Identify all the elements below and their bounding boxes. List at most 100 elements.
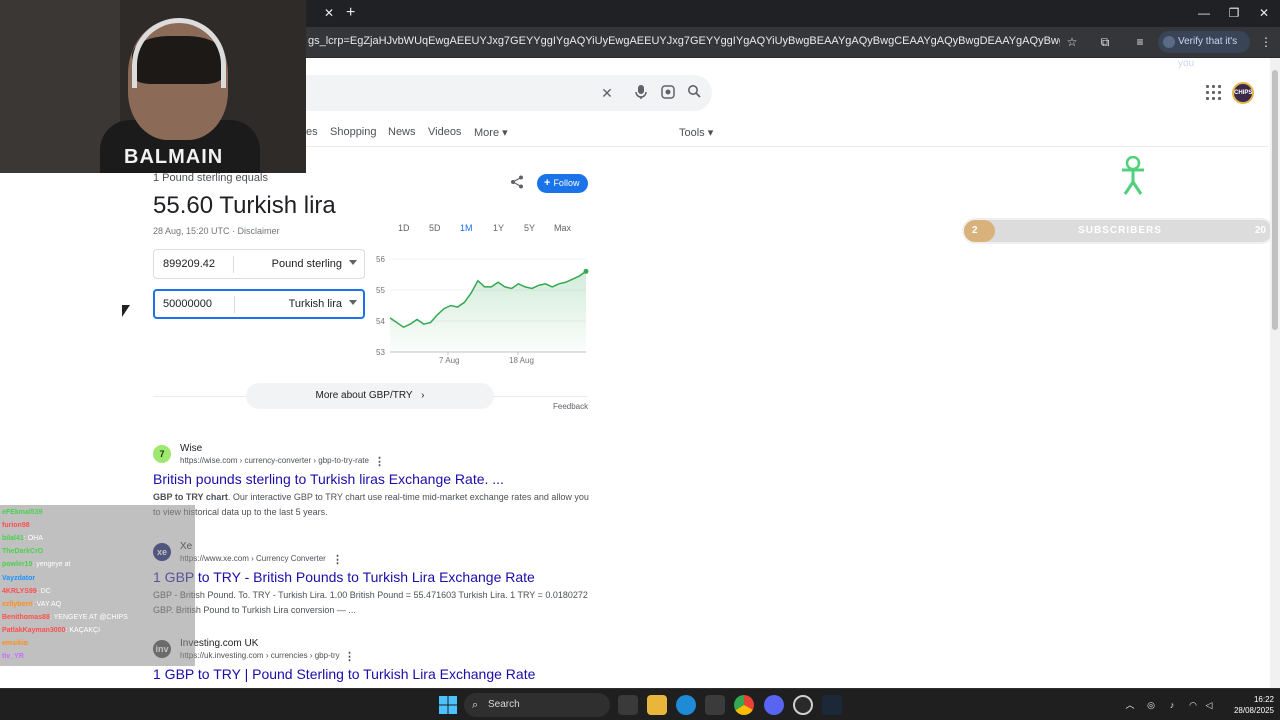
follow-button[interactable]: + Follow — [537, 174, 588, 193]
chat-text: VAY AQ — [36, 600, 62, 608]
exchange-rate-chart[interactable]: 56 55 54 53 7 Aug 18 Aug — [370, 250, 592, 370]
file-explorer-icon[interactable] — [647, 695, 667, 715]
from-currency-select[interactable]: Pound sterling — [272, 258, 342, 270]
chevron-down-icon[interactable] — [349, 300, 357, 305]
chat-message: emsikio — [2, 640, 28, 647]
apps-grid-icon[interactable] — [1206, 85, 1222, 101]
result-snippet-text: GBP - British Pound. To. TRY - Turkish L… — [153, 590, 588, 615]
more-about-button[interactable]: More about GBP/TRY › — [246, 383, 494, 409]
more-options-icon[interactable]: ⋮ — [344, 650, 355, 663]
volume-icon[interactable]: ◁ — [1203, 699, 1215, 711]
result-title-link[interactable]: British pounds sterling to Turkish liras… — [153, 471, 504, 487]
minimize-icon[interactable]: — — [1194, 4, 1214, 22]
search-input[interactable]: ✕ — [240, 75, 712, 111]
y-tick-label: 53 — [376, 348, 385, 357]
tab-more-label: More — [474, 127, 500, 139]
field-divider — [234, 296, 235, 313]
edge-icon[interactable] — [676, 695, 696, 715]
system-clock[interactable]: 16:22 28/08/2025 — [1222, 694, 1274, 716]
to-currency-field[interactable]: 50000000 Turkish lira — [153, 289, 365, 319]
verify-label: Verify that it's you — [1178, 36, 1238, 69]
restore-icon[interactable]: ❐ — [1224, 4, 1244, 22]
range-tab-1d[interactable]: 1D — [398, 223, 410, 233]
more-options-icon[interactable]: ⋮ — [374, 455, 385, 468]
store-icon[interactable] — [705, 695, 725, 715]
page-scrollbar[interactable] — [1270, 58, 1280, 688]
bookmark-star-icon[interactable]: ☆ — [1064, 34, 1080, 50]
range-tab-max[interactable]: Max — [554, 223, 571, 233]
range-tab-5d[interactable]: 5D — [429, 223, 441, 233]
clear-icon[interactable]: ✕ — [598, 84, 616, 102]
tab-shopping[interactable]: Shopping — [330, 126, 377, 138]
chevron-down-icon[interactable] — [349, 260, 357, 265]
tools-button[interactable]: Tools ▾ — [679, 126, 713, 139]
mic-icon[interactable] — [632, 84, 650, 102]
feedback-link[interactable]: Feedback — [553, 402, 588, 411]
address-bar[interactable]: gs_lcrp=EgZjaHJvbWUqEwgAEEUYJxg7GEYYggIY… — [308, 35, 1060, 51]
more-about-label: More about GBP/TRY — [315, 390, 413, 401]
tab-news[interactable]: News — [388, 126, 416, 138]
result-title-link[interactable]: 1 GBP to TRY | Pound Sterling to Turkish… — [153, 666, 535, 682]
tools-label: Tools — [679, 127, 705, 139]
more-options-icon[interactable]: ⋮ — [332, 553, 343, 566]
chat-message: furion98 — [2, 522, 30, 529]
task-view-icon[interactable] — [618, 695, 638, 715]
taskbar-search[interactable]: ⌕ Search — [464, 693, 610, 717]
chrome-icon[interactable] — [734, 695, 754, 715]
taskbar: ⌕ Search ︿ ◎ ♪ ◠ ◁ 16:22 28/08/2025 — [0, 688, 1280, 720]
search-icon: ⌕ — [472, 699, 479, 711]
windows-start-icon[interactable] — [438, 695, 458, 715]
microphone-icon[interactable]: ♪ — [1166, 699, 1178, 711]
lens-icon[interactable] — [659, 84, 677, 102]
media-icon[interactable]: ≡ — [1132, 34, 1148, 50]
extensions-icon[interactable]: ⧉ — [1097, 34, 1113, 50]
chat-username: bilal41 — [2, 535, 24, 543]
scroll-thumb[interactable] — [1272, 70, 1278, 330]
result-title-link[interactable]: 1 GBP to TRY - British Pounds to Turkish… — [153, 569, 535, 585]
result-url[interactable]: https://www.xe.com › Currency Converter — [180, 554, 326, 563]
steam-icon[interactable] — [822, 695, 842, 715]
avatar[interactable]: CHIPS — [1232, 82, 1254, 104]
new-tab-button[interactable]: + — [346, 4, 355, 22]
to-amount-input[interactable]: 50000000 — [163, 298, 212, 310]
result-snippet: GBP - British Pound. To. TRY - Turkish L… — [153, 588, 593, 618]
range-tab-1m[interactable]: 1M — [460, 223, 473, 233]
chat-username: ezllyberri — [2, 600, 33, 608]
taskbar-search-label: Search — [488, 699, 520, 710]
search-icon[interactable] — [685, 84, 703, 102]
range-tab-5y[interactable]: 5Y — [524, 223, 535, 233]
tab-more[interactable]: More ▾ — [474, 126, 508, 139]
to-currency-select[interactable]: Turkish lira — [289, 298, 342, 310]
tab-close-icon[interactable]: ✕ — [322, 6, 336, 20]
menu-icon[interactable]: ⋮ — [1258, 34, 1274, 50]
result-url[interactable]: https://wise.com › currency-converter › … — [180, 456, 369, 465]
window-close-icon[interactable]: ✕ — [1254, 4, 1274, 22]
result-site-name[interactable]: Wise — [180, 443, 202, 454]
chat-text: OHA — [27, 535, 43, 543]
tab-videos[interactable]: Videos — [428, 126, 461, 138]
conversion-result: 55.60 Turkish lira — [153, 192, 336, 219]
chat-username: eFEkmal539 — [2, 509, 43, 516]
wifi-icon[interactable]: ◠ — [1187, 699, 1199, 711]
from-currency-field[interactable]: 899209.42 Pound sterling — [153, 249, 365, 279]
chat-message: powler10: yengeye at — [2, 561, 71, 568]
verify-button[interactable]: Verify that it's you — [1158, 31, 1250, 69]
plus-icon: + — [544, 177, 551, 189]
tray-app-icon[interactable]: ◎ — [1145, 699, 1157, 711]
tray-chevron-up-icon[interactable]: ︿ — [1124, 699, 1136, 711]
chat-message: PatlakKayman3000: KAÇAKÇI — [2, 627, 100, 634]
y-tick-label: 56 — [376, 255, 385, 264]
share-icon[interactable] — [510, 175, 526, 191]
result-url[interactable]: https://uk.investing.com › currencies › … — [180, 651, 340, 660]
chat-username: TheDarkCrO — [2, 548, 44, 556]
profile-dot-icon — [1163, 36, 1175, 48]
chat-text: YENGEYE AT @CHIPS — [53, 613, 128, 621]
range-tab-1y[interactable]: 1Y — [493, 223, 504, 233]
tab-images[interactable]: es — [306, 126, 318, 138]
chart-area — [390, 271, 586, 352]
field-divider — [233, 256, 234, 273]
mouse-cursor-icon — [122, 305, 130, 317]
from-amount-input[interactable]: 899209.42 — [163, 258, 215, 270]
discord-icon[interactable] — [764, 695, 784, 715]
obs-icon[interactable] — [793, 695, 813, 715]
